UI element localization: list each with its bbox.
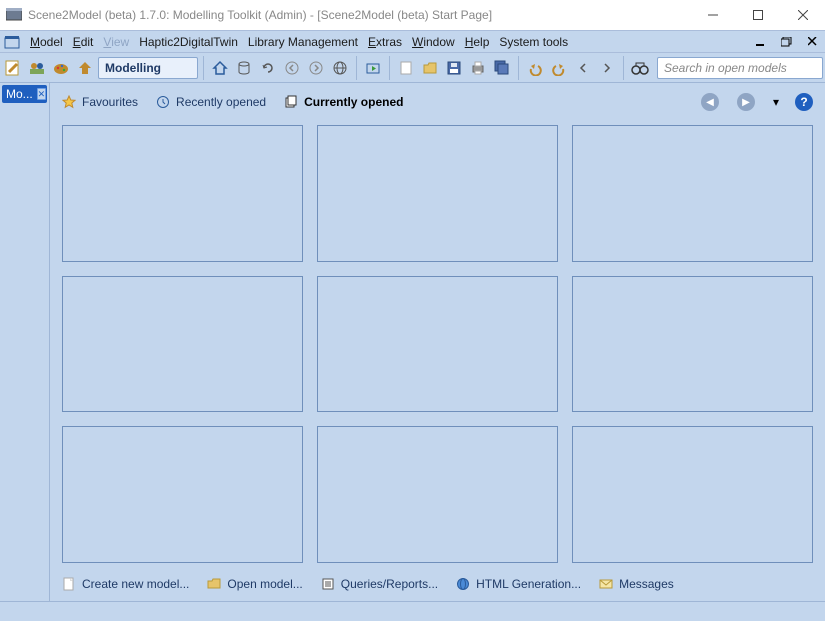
minimize-button[interactable]	[690, 0, 735, 30]
model-grid	[62, 125, 813, 563]
link-html-label: HTML Generation...	[476, 577, 581, 591]
app-icon	[6, 8, 28, 22]
menu-help[interactable]: Help	[465, 35, 490, 49]
globe-icon	[456, 577, 470, 591]
print-button[interactable]	[467, 57, 489, 79]
menu-view: View	[103, 35, 129, 49]
menu-library-management[interactable]: Library Management	[248, 35, 358, 49]
start-page: Favourites Recently opened Currently ope…	[50, 83, 825, 601]
menu-system-tools[interactable]: System tools	[499, 35, 568, 49]
model-slot[interactable]	[317, 276, 558, 413]
nav-back-button[interactable]	[281, 57, 303, 79]
save-all-button[interactable]	[491, 57, 513, 79]
palette-button[interactable]	[50, 57, 72, 79]
page-forward-button[interactable]: ▶	[737, 93, 755, 111]
model-slot[interactable]	[317, 125, 558, 262]
link-open-model[interactable]: Open model...	[207, 577, 302, 591]
scroll-left-button[interactable]	[572, 57, 594, 79]
toolbar: Modelling Search in open models	[0, 53, 825, 83]
globe-button[interactable]	[329, 57, 351, 79]
model-slot[interactable]	[572, 276, 813, 413]
side-tab-model[interactable]: Mo... ✕	[2, 85, 47, 103]
tab-recently-opened[interactable]: Recently opened	[156, 95, 266, 109]
document-stack-icon	[284, 95, 298, 109]
menu-window[interactable]: Window	[412, 35, 455, 49]
window-icon[interactable]	[4, 35, 20, 49]
binoculars-button[interactable]	[629, 57, 651, 79]
run-button[interactable]	[362, 57, 384, 79]
search-placeholder: Search in open models	[664, 61, 787, 75]
model-slot[interactable]	[572, 426, 813, 563]
link-create-new-model[interactable]: Create new model...	[62, 577, 189, 591]
model-slot[interactable]	[62, 426, 303, 563]
titlebar: Scene2Model (beta) 1.7.0: Modelling Tool…	[0, 0, 825, 30]
window-title: Scene2Model (beta) 1.7.0: Modelling Tool…	[28, 8, 690, 22]
help-button[interactable]: ?	[795, 93, 813, 111]
save-button[interactable]	[443, 57, 465, 79]
undo-button[interactable]	[524, 57, 546, 79]
tab-favourites-label: Favourites	[82, 95, 138, 109]
model-slot[interactable]	[572, 125, 813, 262]
open-button[interactable]	[419, 57, 441, 79]
link-queries-reports[interactable]: Queries/Reports...	[321, 577, 438, 591]
mode-selector[interactable]: Modelling	[98, 57, 198, 79]
envelope-icon	[599, 577, 613, 591]
mode-label: Modelling	[105, 61, 161, 75]
model-slot[interactable]	[62, 276, 303, 413]
new-file-icon	[62, 577, 76, 591]
tab-favourites[interactable]: Favourites	[62, 95, 138, 109]
link-open-label: Open model...	[227, 577, 302, 591]
clock-icon	[156, 95, 170, 109]
menu-haptic2digitaltwin[interactable]: Haptic2DigitalTwin	[139, 35, 238, 49]
side-panel: Mo... ✕	[0, 83, 50, 601]
mdi-close-button[interactable]	[805, 34, 821, 50]
tab-recently-label: Recently opened	[176, 95, 266, 109]
menu-extras[interactable]: Extras	[368, 35, 402, 49]
dropdown-indicator-icon: ▾	[773, 95, 777, 109]
link-messages-label: Messages	[619, 577, 674, 591]
mdi-restore-button[interactable]	[779, 34, 795, 50]
refresh-button[interactable]	[257, 57, 279, 79]
import-button[interactable]	[74, 57, 96, 79]
model-slot[interactable]	[317, 426, 558, 563]
search-input[interactable]: Search in open models	[657, 57, 823, 79]
tab-currently-opened[interactable]: Currently opened	[284, 95, 403, 109]
link-messages[interactable]: Messages	[599, 577, 674, 591]
mdi-minimize-button[interactable]	[753, 34, 769, 50]
menu-edit[interactable]: Edit	[73, 35, 94, 49]
link-create-label: Create new model...	[82, 577, 189, 591]
side-tab-label: Mo...	[6, 87, 33, 101]
bottom-links: Create new model... Open model... Querie…	[62, 573, 813, 597]
report-icon	[321, 577, 335, 591]
link-html-generation[interactable]: HTML Generation...	[456, 577, 581, 591]
redo-button[interactable]	[548, 57, 570, 79]
model-slot[interactable]	[62, 125, 303, 262]
side-tab-close-icon[interactable]: ✕	[37, 88, 47, 100]
scroll-right-button[interactable]	[596, 57, 618, 79]
star-icon	[62, 95, 76, 109]
nav-forward-button[interactable]	[305, 57, 327, 79]
tab-currently-label: Currently opened	[304, 95, 403, 109]
database-button[interactable]	[233, 57, 255, 79]
folder-open-icon	[207, 577, 221, 591]
menubar: Model Edit View Haptic2DigitalTwin Libra…	[0, 30, 825, 53]
new-button[interactable]	[395, 57, 417, 79]
page-back-button[interactable]: ◀	[701, 93, 719, 111]
edit-model-button[interactable]	[2, 57, 24, 79]
link-queries-label: Queries/Reports...	[341, 577, 438, 591]
maximize-button[interactable]	[735, 0, 780, 30]
home-button[interactable]	[209, 57, 231, 79]
statusbar	[0, 601, 825, 621]
users-button[interactable]	[26, 57, 48, 79]
menu-model[interactable]: Model	[30, 35, 63, 49]
close-button[interactable]	[780, 0, 825, 30]
